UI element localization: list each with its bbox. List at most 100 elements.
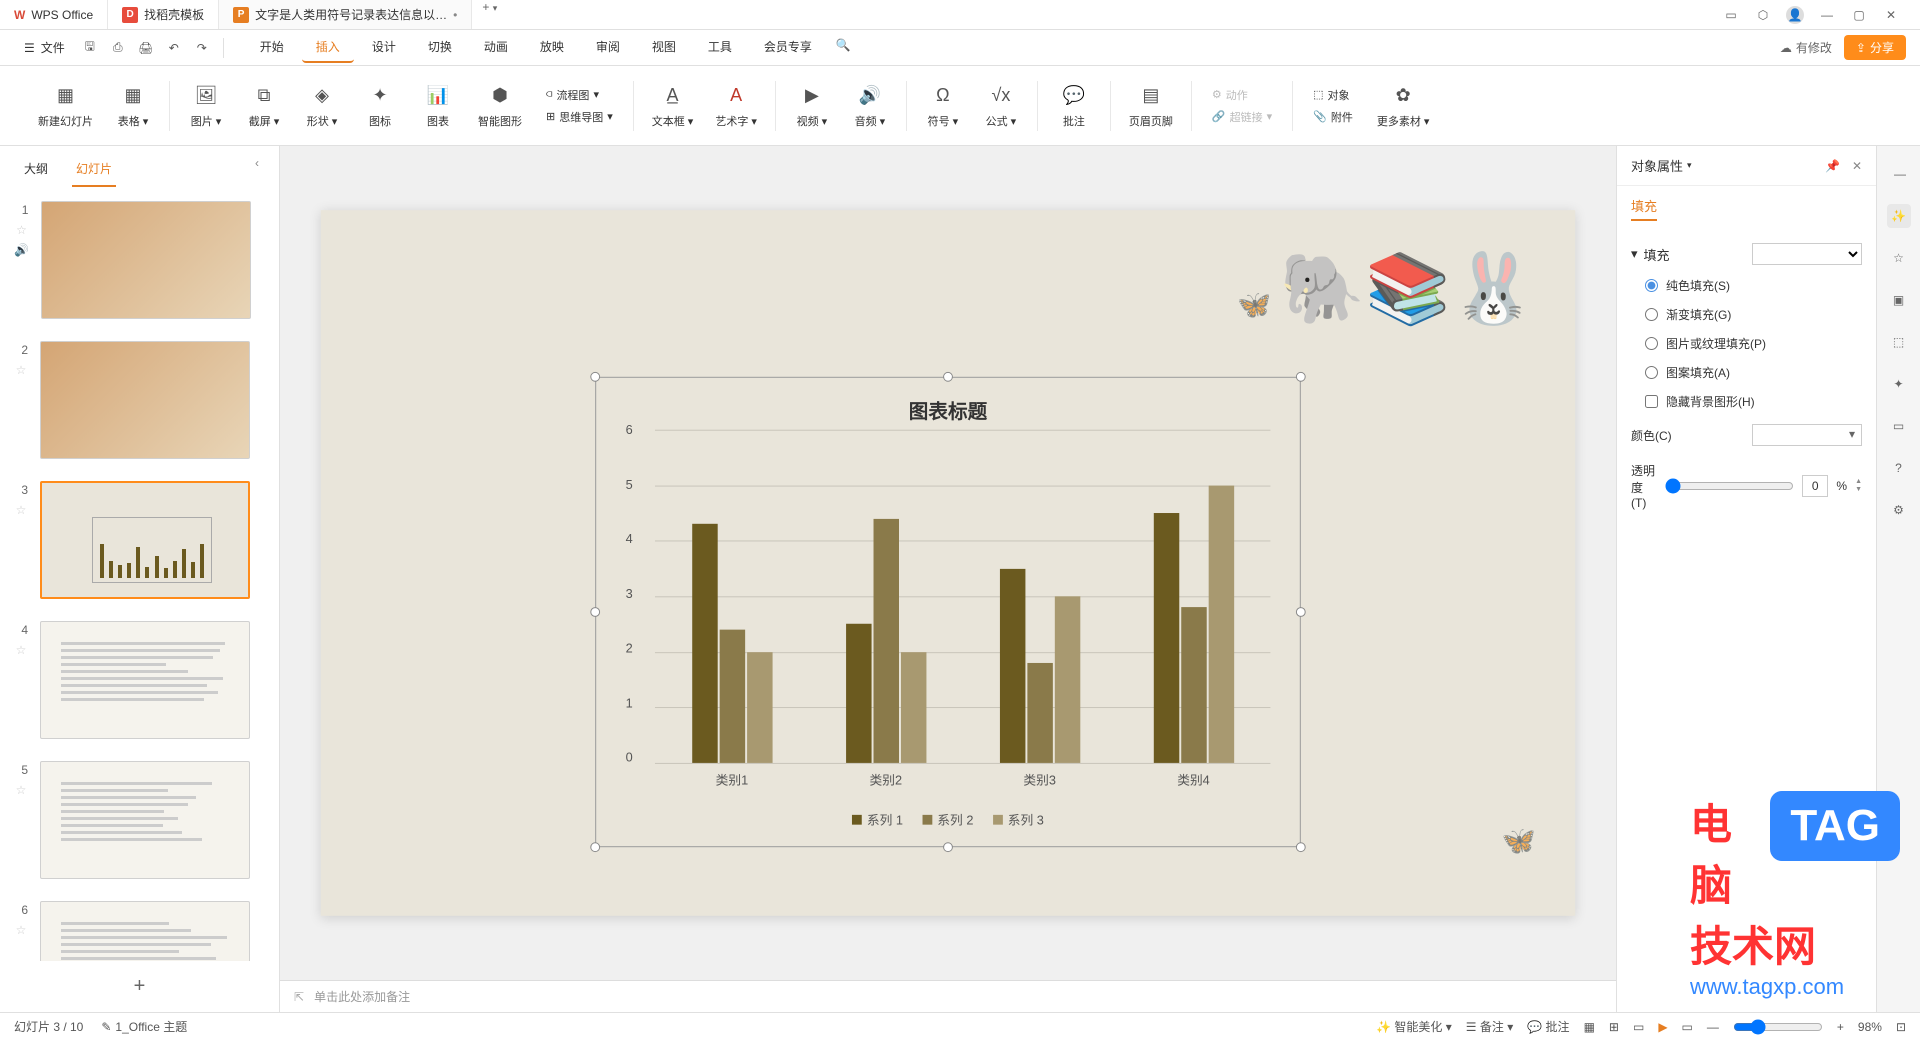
screenshot-button[interactable]: ⧉截屏 ▾ (242, 79, 286, 133)
new-tab-button[interactable]: + ▾ (472, 0, 507, 29)
mindmap-button[interactable]: ⊞ 思维导图 ▾ (540, 107, 619, 127)
star-icon[interactable]: ☆ (16, 643, 27, 657)
header-footer-button[interactable]: ▤页眉页脚 (1125, 79, 1177, 133)
app-tab-templates[interactable]: D 找稻壳模板 (108, 0, 219, 29)
star-icon[interactable]: ☆ (16, 923, 27, 937)
sorter-view-icon[interactable]: ⊞ (1609, 1020, 1619, 1034)
star-icon[interactable]: ☆ (16, 503, 27, 517)
selection-handle[interactable] (943, 842, 953, 852)
picture-fill-radio[interactable]: 图片或纹理填充(P) (1631, 329, 1862, 358)
maximize-button[interactable]: ▢ (1850, 6, 1868, 24)
notes-button[interactable]: ☰ 备注 ▾ (1466, 1018, 1513, 1035)
tab-insert[interactable]: 插入 (302, 32, 354, 63)
thumb-row[interactable]: 3☆ (14, 481, 265, 599)
color-picker[interactable] (1752, 424, 1862, 446)
zoom-slider[interactable] (1733, 1019, 1823, 1035)
opacity-value[interactable]: 0 (1802, 475, 1828, 497)
slides-tab[interactable]: 幻灯片 (72, 156, 116, 187)
outline-tab[interactable]: 大纲 (20, 156, 52, 187)
app-tab-wps[interactable]: W WPS Office (0, 0, 108, 29)
textbox-button[interactable]: A̲文本框 ▾ (648, 79, 698, 133)
collapse-panel-icon[interactable]: ‹ (255, 156, 259, 187)
fit-icon[interactable]: ⊡ (1896, 1020, 1906, 1034)
normal-view-icon[interactable]: ▦ (1584, 1020, 1595, 1034)
thumb-row[interactable]: 2☆ (14, 341, 265, 459)
reading-view-icon[interactable]: ▭ (1633, 1020, 1644, 1034)
symbol-button[interactable]: Ω符号 ▾ (921, 79, 965, 133)
chart-object[interactable]: 图表标题 类别1类别2类别3类别4 0123456 系列 1系列 2系列 3 (595, 377, 1301, 847)
collapse-side-icon[interactable]: — (1888, 162, 1912, 186)
zoom-minus[interactable]: — (1707, 1020, 1719, 1034)
slide-thumbnail[interactable] (40, 341, 250, 459)
zoom-plus[interactable]: + (1837, 1020, 1844, 1034)
print-preview-icon[interactable]: 🖨 (133, 35, 159, 61)
user-avatar-icon[interactable]: 👤 (1786, 6, 1804, 24)
reading-mode-icon[interactable]: ▭ (1722, 6, 1740, 24)
selection-handle[interactable] (590, 372, 600, 382)
thumb-row[interactable]: 5☆ (14, 761, 265, 879)
shape-button[interactable]: ◈形状 ▾ (300, 79, 344, 133)
pin-icon[interactable]: 📌 (1825, 159, 1840, 173)
ai-tool-icon[interactable]: ✨ (1887, 204, 1911, 228)
notes-bar[interactable]: ⇱ 单击此处添加备注 (280, 980, 1616, 1012)
tab-slideshow[interactable]: 放映 (526, 32, 578, 63)
fill-tab[interactable]: 填充 (1631, 196, 1657, 221)
resource-tool-icon[interactable]: ⬚ (1887, 330, 1911, 354)
slide-thumbnail[interactable] (40, 901, 250, 961)
more-materials-button[interactable]: ✿更多素材 ▾ (1373, 79, 1434, 133)
audio-button[interactable]: 🔊音频 ▾ (848, 79, 892, 133)
tab-start[interactable]: 开始 (246, 32, 298, 63)
help-tool-icon[interactable]: ? (1887, 456, 1911, 480)
slide-thumbnail[interactable] (40, 621, 250, 739)
picture-button[interactable]: 🖼图片 ▾ (184, 79, 228, 133)
chevron-down-icon[interactable]: ▾ (1687, 160, 1692, 171)
theme-button[interactable]: ✎ 1_Office 主题 (101, 1018, 187, 1035)
solid-fill-radio[interactable]: 纯色填充(S) (1631, 271, 1862, 300)
icon-button[interactable]: ✦图标 (358, 79, 402, 133)
slideshow-icon[interactable]: ▶ (1658, 1020, 1667, 1034)
opacity-slider[interactable] (1665, 478, 1794, 494)
close-panel-icon[interactable]: ✕ (1852, 159, 1862, 173)
tab-view[interactable]: 视图 (638, 32, 690, 63)
search-icon[interactable]: 🔍 (830, 32, 856, 58)
has-changes-label[interactable]: ☁ 有修改 (1780, 39, 1832, 56)
new-slide-button[interactable]: ▦新建幻灯片 (34, 79, 97, 133)
video-button[interactable]: ▶视频 ▾ (790, 79, 834, 133)
undo-icon[interactable]: ↶ (161, 35, 187, 61)
selection-handle[interactable] (590, 842, 600, 852)
gradient-fill-radio[interactable]: 渐变填充(G) (1631, 300, 1862, 329)
tab-member[interactable]: 会员专享 (750, 32, 826, 63)
tab-transition[interactable]: 切换 (414, 32, 466, 63)
thumb-row[interactable]: 4☆ (14, 621, 265, 739)
minimize-button[interactable]: — (1818, 6, 1836, 24)
redo-icon[interactable]: ↷ (189, 35, 215, 61)
save-icon[interactable]: 🖫 (77, 35, 103, 61)
slide-thumbnail[interactable] (40, 481, 250, 599)
file-menu[interactable]: ☰ 文件 (14, 39, 75, 56)
layers-tool-icon[interactable]: ▣ (1887, 288, 1911, 312)
share-button[interactable]: ⇪ 分享 (1844, 35, 1906, 60)
selection-handle[interactable] (1296, 842, 1306, 852)
slide-canvas[interactable]: 🦋 🦋 🐘📚🐰 图表标题 类别1类别2类别3类别4 (321, 210, 1575, 916)
hide-bg-checkbox[interactable]: 隐藏背景图形(H) (1631, 387, 1862, 416)
selection-handle[interactable] (943, 372, 953, 382)
fill-type-dropdown[interactable] (1752, 243, 1862, 265)
app-tab-document[interactable]: P 文字是人类用符号记录表达信息以… • (219, 0, 472, 29)
tab-design[interactable]: 设计 (358, 32, 410, 63)
thumb-row[interactable]: 1☆🔊 (14, 201, 265, 319)
formula-button[interactable]: √x公式 ▾ (979, 79, 1023, 133)
expand-notes-icon[interactable]: ⇱ (294, 990, 304, 1004)
effects-tool-icon[interactable]: ✦ (1887, 372, 1911, 396)
star-icon[interactable]: ☆ (16, 223, 27, 237)
chart-button[interactable]: 📊图表 (416, 79, 460, 133)
thumb-row[interactable]: 6☆ (14, 901, 265, 961)
wordart-button[interactable]: A艺术字 ▾ (711, 79, 761, 133)
add-slide-button[interactable]: + (0, 961, 279, 1012)
flowchart-button[interactable]: ⫏ 流程图 ▾ (540, 85, 619, 105)
attachment-button[interactable]: 📎 附件 (1307, 107, 1359, 127)
tab-tools[interactable]: 工具 (694, 32, 746, 63)
star-icon[interactable]: ☆ (16, 783, 27, 797)
cube-icon[interactable]: ⬡ (1754, 6, 1772, 24)
object-button[interactable]: ⬚ 对象 (1307, 85, 1359, 105)
opacity-stepper[interactable]: ▲▼ (1855, 478, 1862, 494)
